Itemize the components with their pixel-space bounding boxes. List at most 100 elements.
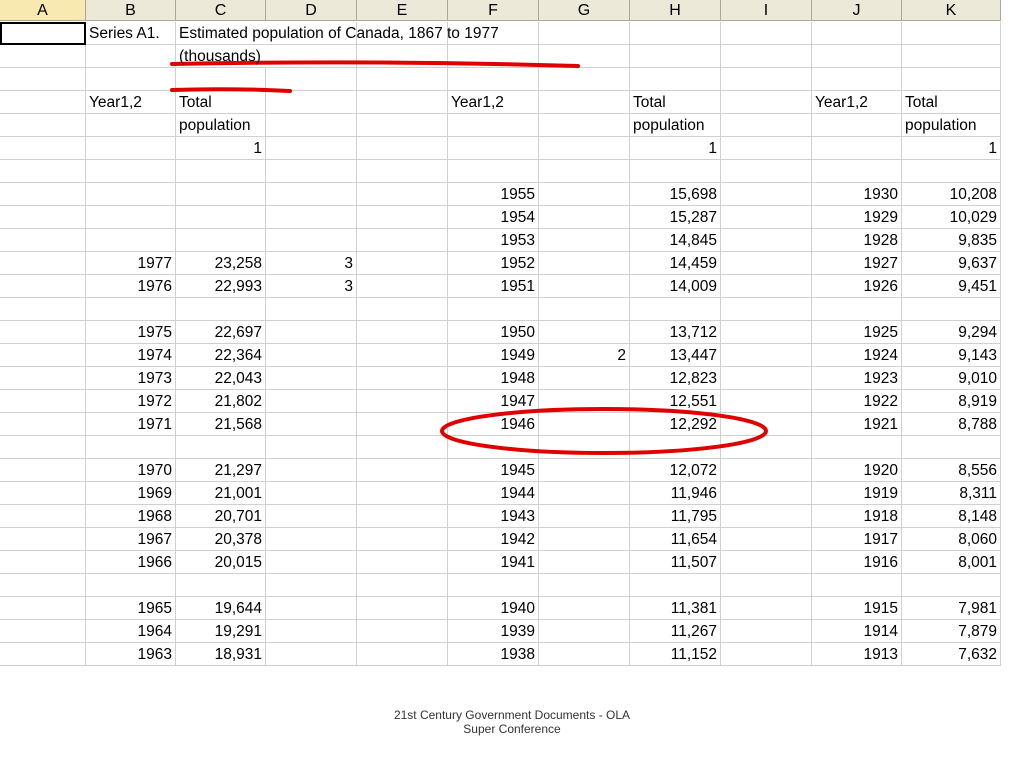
cell-A21[interactable]: [0, 482, 86, 505]
cell-B24[interactable]: 1966: [86, 551, 176, 574]
cell-A9[interactable]: [0, 206, 86, 229]
cell-G8[interactable]: [539, 183, 630, 206]
cell-G13[interactable]: [539, 298, 630, 321]
cell-J24[interactable]: 1916: [812, 551, 902, 574]
cell-G2[interactable]: [539, 45, 630, 68]
cell-D18[interactable]: [266, 413, 357, 436]
cell-B7[interactable]: [86, 160, 176, 183]
cell-A22[interactable]: [0, 505, 86, 528]
cell-H8[interactable]: 15,698: [630, 183, 721, 206]
cell-H3[interactable]: [630, 68, 721, 91]
cell-D22[interactable]: [266, 505, 357, 528]
cell-D23[interactable]: [266, 528, 357, 551]
cell-B27[interactable]: 1964: [86, 620, 176, 643]
cell-K17[interactable]: 8,919: [902, 390, 1001, 413]
cell-K12[interactable]: 9,451: [902, 275, 1001, 298]
cell-E24[interactable]: [357, 551, 448, 574]
cell-I3[interactable]: [721, 68, 812, 91]
cell-I25[interactable]: [721, 574, 812, 597]
cell-J21[interactable]: 1919: [812, 482, 902, 505]
cell-B23[interactable]: 1967: [86, 528, 176, 551]
cell-F21[interactable]: 1944: [448, 482, 539, 505]
cell-A15[interactable]: [0, 344, 86, 367]
cell-D17[interactable]: [266, 390, 357, 413]
cell-J7[interactable]: [812, 160, 902, 183]
cell-B18[interactable]: 1971: [86, 413, 176, 436]
cell-I12[interactable]: [721, 275, 812, 298]
cell-H5[interactable]: population: [630, 114, 721, 137]
cell-E21[interactable]: [357, 482, 448, 505]
cell-H14[interactable]: 13,712: [630, 321, 721, 344]
cell-K5[interactable]: population: [902, 114, 1001, 137]
cell-C10[interactable]: [176, 229, 266, 252]
cell-H27[interactable]: 11,267: [630, 620, 721, 643]
cell-J4[interactable]: Year1,2: [812, 91, 902, 114]
cell-F19[interactable]: [448, 436, 539, 459]
spreadsheet[interactable]: ABCDEFGHIJK Series A1. Estimated populati…: [0, 0, 1001, 705]
cell-K6[interactable]: 1: [902, 137, 1001, 160]
cell-D13[interactable]: [266, 298, 357, 321]
cell-D25[interactable]: [266, 574, 357, 597]
cell-J3[interactable]: [812, 68, 902, 91]
cell-D8[interactable]: [266, 183, 357, 206]
cell-B15[interactable]: 1974: [86, 344, 176, 367]
cell-K4[interactable]: Total: [902, 91, 1001, 114]
cell-F26[interactable]: 1940: [448, 597, 539, 620]
cell-F14[interactable]: 1950: [448, 321, 539, 344]
cell-C17[interactable]: 21,802: [176, 390, 266, 413]
cell-G23[interactable]: [539, 528, 630, 551]
cell-C21[interactable]: 21,001: [176, 482, 266, 505]
cell-C5[interactable]: population: [176, 114, 266, 137]
cell-K11[interactable]: 9,637: [902, 252, 1001, 275]
cell-B12[interactable]: 1976: [86, 275, 176, 298]
cell-A16[interactable]: [0, 367, 86, 390]
column-header-J[interactable]: J: [812, 0, 902, 21]
cell-K9[interactable]: 10,029: [902, 206, 1001, 229]
cell-J12[interactable]: 1926: [812, 275, 902, 298]
cell-E27[interactable]: [357, 620, 448, 643]
cell-G6[interactable]: [539, 137, 630, 160]
cell-A24[interactable]: [0, 551, 86, 574]
cell-H21[interactable]: 11,946: [630, 482, 721, 505]
cell-E22[interactable]: [357, 505, 448, 528]
cell-A17[interactable]: [0, 390, 86, 413]
cell-G28[interactable]: [539, 643, 630, 666]
cell-K19[interactable]: [902, 436, 1001, 459]
cell-E15[interactable]: [357, 344, 448, 367]
cell-F10[interactable]: 1953: [448, 229, 539, 252]
cell-J8[interactable]: 1930: [812, 183, 902, 206]
cell-F13[interactable]: [448, 298, 539, 321]
cell-E18[interactable]: [357, 413, 448, 436]
cell-G16[interactable]: [539, 367, 630, 390]
cell-I7[interactable]: [721, 160, 812, 183]
cell-F28[interactable]: 1938: [448, 643, 539, 666]
column-header-H[interactable]: H: [630, 0, 721, 21]
cell-A28[interactable]: [0, 643, 86, 666]
cell-K25[interactable]: [902, 574, 1001, 597]
cell-B21[interactable]: 1969: [86, 482, 176, 505]
cell-B26[interactable]: 1965: [86, 597, 176, 620]
cell-J23[interactable]: 1917: [812, 528, 902, 551]
cell-C1[interactable]: Estimated population of Canada, 1867 to …: [176, 22, 499, 45]
cell-E25[interactable]: [357, 574, 448, 597]
cell-K22[interactable]: 8,148: [902, 505, 1001, 528]
cell-D4[interactable]: [266, 91, 357, 114]
cell-G4[interactable]: [539, 91, 630, 114]
cell-H26[interactable]: 11,381: [630, 597, 721, 620]
cell-C14[interactable]: 22,697: [176, 321, 266, 344]
cell-D21[interactable]: [266, 482, 357, 505]
cell-A7[interactable]: [0, 160, 86, 183]
cell-I26[interactable]: [721, 597, 812, 620]
cell-F25[interactable]: [448, 574, 539, 597]
cell-J6[interactable]: [812, 137, 902, 160]
cell-H22[interactable]: 11,795: [630, 505, 721, 528]
cell-D26[interactable]: [266, 597, 357, 620]
cell-F27[interactable]: 1939: [448, 620, 539, 643]
cell-F3[interactable]: [448, 68, 539, 91]
cell-I2[interactable]: [721, 45, 812, 68]
cell-B2[interactable]: [86, 45, 176, 68]
cell-G21[interactable]: [539, 482, 630, 505]
column-header-C[interactable]: C: [176, 0, 266, 21]
cell-K8[interactable]: 10,208: [902, 183, 1001, 206]
cell-F24[interactable]: 1941: [448, 551, 539, 574]
